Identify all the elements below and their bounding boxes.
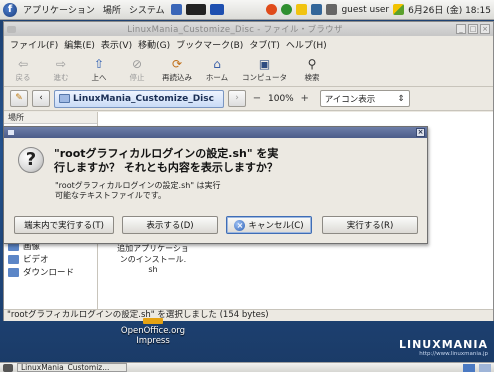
back-button[interactable]: ⇦ 戻る [10, 57, 36, 83]
zoom-level[interactable]: 100% [268, 94, 294, 104]
question-icon: ? [18, 147, 44, 173]
zoom-in-icon[interactable]: + [298, 93, 312, 104]
menu-go[interactable]: 移動(G) [138, 38, 170, 51]
home-icon: ⌂ [213, 57, 221, 71]
applications-menu[interactable]: アプリケーション [21, 3, 97, 16]
file-icon-install-script[interactable]: 追加アプリケーショ ンのインストール. sh [108, 222, 198, 274]
maximize-icon[interactable]: □ [468, 24, 478, 34]
forward-button[interactable]: ⇨ 進む [48, 57, 74, 83]
minimize-icon[interactable]: _ [456, 24, 466, 34]
view-mode-select[interactable]: アイコン表示 ⇕ [319, 90, 410, 107]
clipboard-icon[interactable] [311, 4, 323, 15]
reload-icon: ⟳ [171, 57, 183, 71]
workspace-2[interactable] [479, 363, 491, 372]
path-left-button[interactable]: ‹ [32, 90, 50, 107]
terminal-launcher-icon[interactable] [185, 4, 206, 15]
bottom-panel: LinuxMania_Customiz... [0, 362, 494, 372]
reload-button[interactable]: ⟳ 再読込み [162, 57, 192, 83]
impress-icon [143, 318, 163, 324]
back-arrow-icon: ⇦ [17, 57, 29, 71]
brand-logo: LINUXMANIA http://www.linuxmania.jp [399, 338, 488, 357]
top-panel: f アプリケーション 場所 システム guest user 6月26日 (金) … [0, 0, 494, 20]
downloads-folder-icon [8, 267, 19, 277]
menu-view[interactable]: 表示(V) [101, 38, 132, 51]
dialog-primary-text: "rootグラフィカルログインの設定.sh" を実 行しますか？ それとも内容を… [54, 147, 279, 174]
taskbar-item-file-browser[interactable]: LinuxMania_Customiz... [17, 363, 127, 372]
window-titlebar[interactable]: LinuxMania_Customize_Disc - ファイル・ブラウザ _ … [4, 22, 493, 36]
location-toggle-button[interactable]: ✎ [10, 90, 28, 107]
location-bar: ✎ ‹ LinuxMania_Customize_Disc › − 100% +… [4, 87, 493, 111]
show-desktop-icon[interactable] [3, 363, 13, 372]
path-right-button[interactable]: › [228, 90, 246, 107]
clock[interactable]: 6月26日 (金) 18:15 [408, 3, 491, 16]
stop-button[interactable]: ⊘ 停止 [124, 57, 150, 83]
chevron-updown-icon: ⇕ [397, 93, 405, 104]
search-icon: ⚲ [307, 57, 317, 71]
toolbar: ⇦ 戻る ⇨ 進む ⇧ 上へ ⊘ 停止 ⟳ 再読込み ⌂ ホーム ▣ コンピュー… [4, 53, 493, 87]
computer-button[interactable]: ▣ コンピュータ [242, 57, 287, 83]
run-in-terminal-button[interactable]: 端末内で実行する(T) [14, 216, 114, 234]
star-icon[interactable] [296, 4, 308, 15]
zoom-out-icon[interactable]: − [250, 93, 264, 104]
user-name[interactable]: guest user [341, 5, 389, 15]
dialog-secondary-text: "rootグラフィカルログインの設定.sh" は実行 可能なテキストファイルです… [55, 181, 221, 200]
menubar: ファイル(F) 編集(E) 表示(V) 移動(G) ブックマーク(B) タブ(T… [4, 36, 493, 53]
update-icon[interactable] [266, 4, 278, 15]
dialog-menu-icon[interactable] [8, 130, 14, 135]
workspace-1[interactable] [463, 363, 475, 372]
run-button[interactable]: 実行する(R) [322, 216, 418, 234]
launcher-icon[interactable] [170, 4, 182, 15]
up-button[interactable]: ⇧ 上へ [86, 57, 112, 83]
status-bar: "rootグラフィカルログインの設定.sh" を選択しました (154 byte… [4, 309, 493, 321]
run-or-display-dialog: × ? "rootグラフィカルログインの設定.sh" を実 行しますか？ それと… [3, 126, 428, 244]
up-arrow-icon: ⇧ [93, 57, 105, 71]
sidebar-item-videos[interactable]: ビデオ [8, 253, 49, 265]
search-button[interactable]: ⚲ 検索 [299, 57, 325, 83]
notepad-icon[interactable] [393, 4, 405, 15]
dialog-titlebar[interactable]: × [4, 127, 427, 138]
path-button-current[interactable]: LinuxMania_Customize_Disc [54, 89, 224, 108]
cancel-button[interactable]: × キャンセル(C) [226, 216, 312, 234]
menu-bookmarks[interactable]: ブックマーク(B) [176, 38, 243, 51]
sidebar-header[interactable]: 場所 [4, 112, 97, 124]
sidebar-item-downloads[interactable]: ダウンロード [8, 266, 74, 278]
stop-icon: ⊘ [131, 57, 143, 71]
menu-tabs[interactable]: タブ(T) [249, 38, 280, 51]
menu-file[interactable]: ファイル(F) [10, 38, 58, 51]
home-button[interactable]: ⌂ ホーム [204, 57, 230, 83]
videos-folder-icon [8, 254, 19, 264]
menu-help[interactable]: ヘルプ(H) [286, 38, 327, 51]
cancel-icon: × [234, 219, 246, 231]
dialog-close-icon[interactable]: × [416, 128, 425, 137]
close-icon[interactable]: × [480, 24, 490, 34]
editor-launcher-icon[interactable] [209, 4, 224, 15]
window-menu-icon[interactable] [7, 25, 16, 33]
system-menu[interactable]: システム [127, 3, 167, 16]
network-icon[interactable] [281, 4, 293, 15]
folder-icon [59, 94, 70, 103]
window-title: LinuxMania_Customize_Disc - ファイル・ブラウザ [127, 25, 343, 35]
display-button[interactable]: 表示する(D) [122, 216, 218, 234]
places-menu[interactable]: 場所 [101, 3, 123, 16]
desktop-icon-impress[interactable]: OpenOffice.org Impress [113, 318, 193, 346]
menu-edit[interactable]: 編集(E) [64, 38, 95, 51]
fedora-logo-icon[interactable]: f [3, 2, 17, 17]
computer-icon: ▣ [258, 57, 271, 71]
forward-arrow-icon: ⇨ [55, 57, 67, 71]
speaker-icon[interactable] [326, 4, 338, 15]
